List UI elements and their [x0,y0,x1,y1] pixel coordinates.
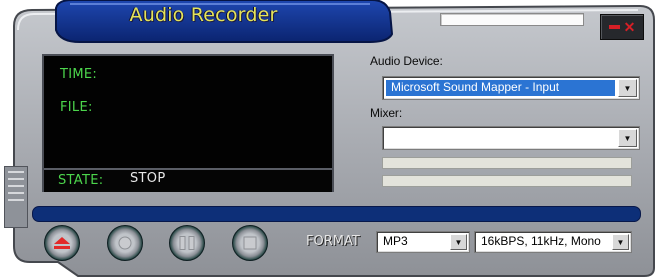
chevron-down-icon[interactable]: ▼ [618,129,637,147]
format-type-select[interactable]: MP3 ▼ [376,231,470,253]
state-bar: STATE: STOP [44,168,332,192]
status-field [440,13,584,26]
grip-line [8,199,24,201]
app-title: Audio Recorder [129,4,278,26]
mixer-label: Mixer: [370,106,403,120]
grip-line [8,185,24,187]
grip-line [8,178,24,180]
grip-line [8,171,24,173]
pause-icon [179,236,195,250]
format-quality-value: 16kBPS, 11kHz, Mono [481,234,601,248]
format-quality-select[interactable]: 16kBPS, 11kHz, Mono ▼ [474,231,632,253]
pause-button[interactable] [169,225,205,261]
audio-device-label: Audio Device: [370,54,443,68]
eject-button[interactable] [44,225,80,261]
state-value: STOP [130,171,166,186]
close-icon[interactable]: ✕ [624,20,636,34]
window-controls: ✕ [600,14,644,40]
level-meter-right [382,175,632,187]
stop-icon [243,236,257,250]
grip-line [8,192,24,194]
chevron-down-icon[interactable]: ▼ [450,234,467,250]
time-label: TIME: [60,67,98,82]
audio-device-value: Microsoft Sound Mapper - Input [391,80,560,94]
record-button[interactable] [107,225,143,261]
audio-device-select[interactable]: Microsoft Sound Mapper - Input ▼ [382,76,640,100]
chevron-down-icon[interactable]: ▼ [618,79,637,97]
level-meter-left [382,157,632,169]
minimize-icon[interactable] [608,25,620,29]
file-label: FILE: [60,100,93,115]
stop-button[interactable] [232,225,268,261]
state-label: STATE: [58,173,104,188]
chevron-down-icon[interactable]: ▼ [612,234,629,250]
transport-track [32,206,641,222]
eject-icon [54,237,70,249]
record-icon [118,236,132,250]
display-screen: TIME: FILE: STATE: STOP [42,54,334,192]
format-label: FORMAT [306,234,360,249]
format-type-value: MP3 [383,234,408,248]
side-grip[interactable] [4,166,28,228]
mixer-select[interactable]: ▼ [382,126,640,150]
